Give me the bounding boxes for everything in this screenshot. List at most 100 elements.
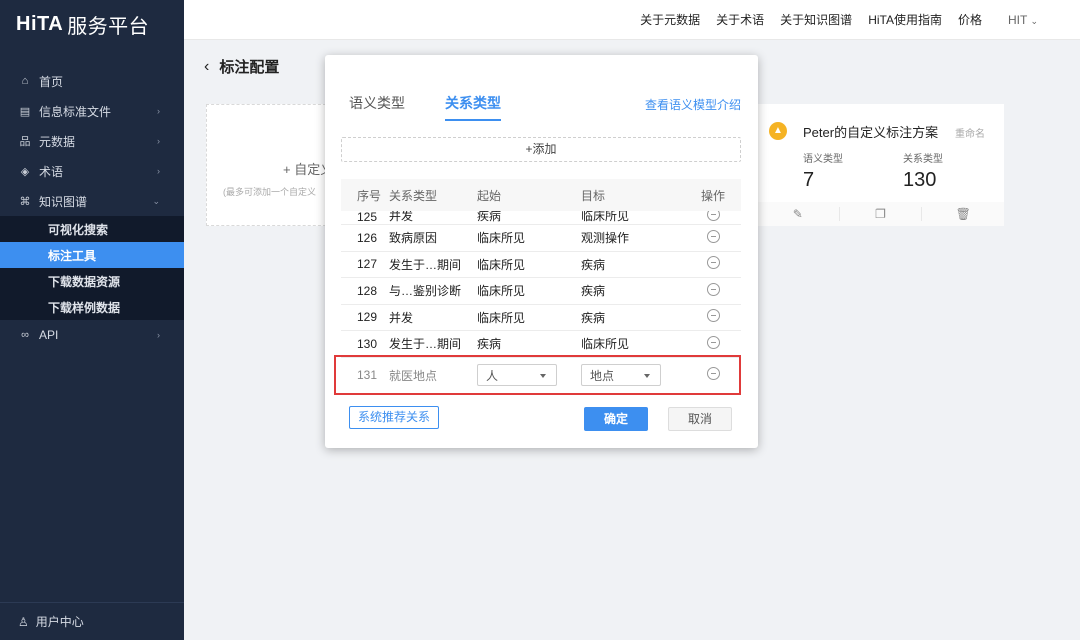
sidebar-subitem-download-data[interactable]: 下载数据资源 xyxy=(0,268,184,294)
table-row: 130 发生于…期间 疾病 临床所见 xyxy=(341,331,741,358)
cell-type: 发生于…期间 xyxy=(389,257,462,272)
confirm-button[interactable]: 确定 xyxy=(584,407,648,431)
cell-target: 疾病 xyxy=(581,257,606,272)
cancel-button[interactable]: 取消 xyxy=(668,407,732,431)
cell-id: 128 xyxy=(357,283,378,298)
rename-link[interactable]: 重命名 xyxy=(955,125,985,140)
cell-start: 疾病 xyxy=(477,211,502,223)
top-nav: 关于元数据 关于术语 关于知识图谱 HiTA使用指南 价格 HIT ⌄ xyxy=(184,0,1080,40)
remove-row-icon[interactable] xyxy=(706,211,720,221)
sidebar-subitem-annotation-tool[interactable]: 标注工具 xyxy=(0,242,184,268)
chevron-right-icon: › xyxy=(157,166,160,176)
nav-link-about-terms[interactable]: 关于术语 xyxy=(716,11,764,28)
sidebar-item-label: API xyxy=(39,328,59,342)
modal-tabs: 语义类型 关系类型 xyxy=(349,93,541,121)
relation-type-count: 130 xyxy=(903,169,937,191)
eye-icon: ◈ xyxy=(20,165,30,178)
sidebar: HiTA 服务平台 ⌂ 首页 ▤ 信息标准文件 › 品 元数据 › ◈ 术语 ›… xyxy=(0,0,184,640)
warning-icon: ▲ xyxy=(769,122,787,140)
sidebar-item-home[interactable]: ⌂ 首页 xyxy=(0,66,184,96)
sidebar-subitem-download-samples[interactable]: 下载样例数据 xyxy=(0,294,184,320)
col-header-id: 序号 xyxy=(357,188,382,203)
document-icon: ▤ xyxy=(19,105,31,118)
page-title: ‹ 标注配置 xyxy=(204,56,279,77)
cell-target: 疾病 xyxy=(581,284,606,299)
scheme-card: ▲ Peter的自定义标注方案 重命名 语义类型 关系类型 7 130 ✎ ❐ … xyxy=(757,104,1004,226)
hierarchy-icon: 品 xyxy=(19,136,31,148)
chevron-right-icon: › xyxy=(157,136,160,146)
sidebar-item-label: 知识图谱 xyxy=(39,194,88,209)
semantic-type-label: 语义类型 xyxy=(803,154,843,165)
col-header-type: 关系类型 xyxy=(389,188,438,203)
cell-target: 临床所见 xyxy=(581,211,630,223)
cell-start: 疾病 xyxy=(477,337,502,352)
logo-suffix: 服务平台 xyxy=(67,15,150,38)
cell-type: 发生于…期间 xyxy=(389,337,462,352)
sidebar-item-label: 元数据 xyxy=(39,134,76,149)
user-center[interactable]: ♙ 用户中心 xyxy=(0,602,184,640)
nav-link-about-metadata[interactable]: 关于元数据 xyxy=(640,11,700,28)
remove-row-icon[interactable] xyxy=(706,282,720,296)
edit-icon[interactable]: ✎ xyxy=(757,207,840,221)
cell-id: 129 xyxy=(357,310,378,325)
sidebar-item-metadata[interactable]: 品 元数据 › xyxy=(0,126,184,156)
sidebar-item-terms[interactable]: ◈ 术语 › xyxy=(0,156,184,186)
home-icon: ⌂ xyxy=(21,75,29,87)
cell-id: 127 xyxy=(357,257,378,272)
cell-start: 临床所见 xyxy=(477,231,526,246)
cell-type: 并发 xyxy=(389,211,414,223)
chevron-right-icon: › xyxy=(157,330,160,340)
scheme-actions: ✎ ❐ 🗑 xyxy=(757,202,1004,226)
back-arrow-icon[interactable]: ‹ xyxy=(204,58,209,76)
nav-link-about-knowledge-graph[interactable]: 关于知识图谱 xyxy=(780,11,852,28)
trash-icon[interactable]: 🗑 xyxy=(922,207,1004,221)
tab-relation-types[interactable]: 关系类型 xyxy=(445,93,501,121)
copy-icon[interactable]: ❐ xyxy=(840,207,923,221)
table-row: 128 与…鉴别诊断 临床所见 疾病 xyxy=(341,278,741,305)
cell-actions xyxy=(681,282,741,299)
table-row: 125 并发 疾病 临床所见 xyxy=(341,211,741,225)
cell-target: 疾病 xyxy=(581,310,606,325)
remove-row-icon[interactable] xyxy=(706,309,720,323)
recommend-relations-button[interactable]: 系统推荐关系 xyxy=(349,406,439,429)
table-row: 126 致病原因 临床所见 观测操作 xyxy=(341,225,741,252)
semantic-type-count: 7 xyxy=(803,169,815,191)
cell-type: 致病原因 xyxy=(389,231,438,246)
sidebar-item-label: 信息标准文件 xyxy=(39,104,112,119)
logo[interactable]: HiTA 服务平台 xyxy=(0,0,184,48)
user-menu[interactable]: HIT ⌄ xyxy=(1008,13,1038,27)
sidebar-item-knowledge-graph[interactable]: ⌘ 知识图谱 ⌄ xyxy=(0,186,184,216)
cell-target: 观测操作 xyxy=(581,231,630,246)
nav-link-pricing[interactable]: 价格 xyxy=(958,11,982,28)
sidebar-item-label: 术语 xyxy=(39,164,64,179)
remove-row-icon[interactable] xyxy=(706,229,720,243)
table-row: 127 发生于…期间 临床所见 疾病 xyxy=(341,252,741,278)
tab-semantic-types[interactable]: 语义类型 xyxy=(349,93,405,121)
scheme-name: Peter的自定义标注方案 xyxy=(803,125,939,140)
chevron-right-icon: › xyxy=(157,106,160,116)
chevron-down-icon: ⌄ xyxy=(152,195,160,206)
remove-row-icon[interactable] xyxy=(706,335,720,349)
relation-type-label: 关系类型 xyxy=(903,154,943,165)
graph-icon: ⌘ xyxy=(19,195,31,208)
sidebar-item-api[interactable]: ∞ API › xyxy=(0,320,184,350)
link-icon: ∞ xyxy=(21,329,29,341)
sidebar-item-standard-docs[interactable]: ▤ 信息标准文件 › xyxy=(0,96,184,126)
col-header-start: 起始 xyxy=(477,188,502,203)
table-row: 129 并发 临床所见 疾病 xyxy=(341,305,741,331)
add-custom-scheme-card[interactable]: + 自定义 (最多可添加一个自定义 xyxy=(206,104,333,226)
add-custom-hint: (最多可添加一个自定义 xyxy=(223,187,316,197)
user-icon: ♙ xyxy=(18,614,29,629)
nav-menu: ⌂ 首页 ▤ 信息标准文件 › 品 元数据 › ◈ 术语 › ⌘ 知识图谱 ⌄ … xyxy=(0,66,184,350)
remove-row-icon[interactable] xyxy=(706,256,720,270)
knowledge-graph-submenu: 可视化搜索 标注工具 下载数据资源 下载样例数据 xyxy=(0,216,184,320)
user-name: HIT xyxy=(1007,12,1028,27)
col-header-actions: 操作 xyxy=(700,188,725,203)
sidebar-subitem-visual-search[interactable]: 可视化搜索 xyxy=(0,216,184,242)
semantic-model-intro-link[interactable]: 查看语义模型介绍 xyxy=(645,96,741,113)
sidebar-item-label: 首页 xyxy=(39,74,64,89)
cell-type: 并发 xyxy=(389,310,414,325)
nav-link-guide[interactable]: HiTA使用指南 xyxy=(868,11,942,28)
table-header: 序号 关系类型 起始 目标 操作 xyxy=(341,179,741,211)
add-relation-button[interactable]: +添加 xyxy=(341,137,741,162)
